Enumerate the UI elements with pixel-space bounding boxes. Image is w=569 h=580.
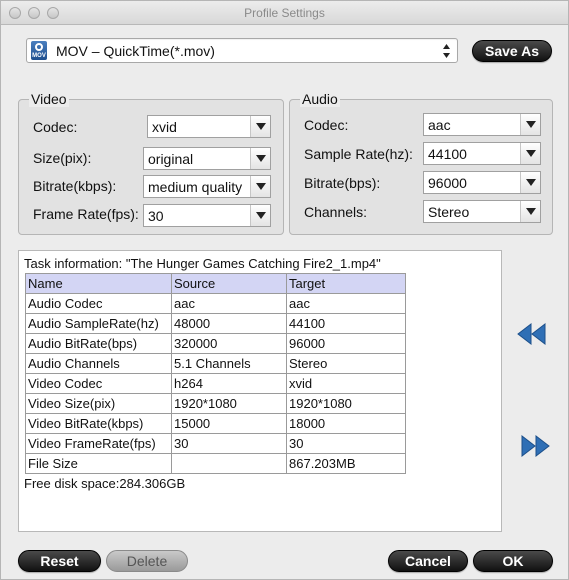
table-cell: 30 — [171, 433, 287, 454]
audio-bitrate-select[interactable]: 96000 — [423, 171, 541, 194]
audio-channels-value: Stereo — [428, 204, 470, 220]
table-cell: xvid — [286, 373, 406, 394]
audio-bitrate-label: Bitrate(bps): — [304, 175, 381, 191]
audio-channels-label: Channels: — [304, 204, 368, 220]
dropdown-arrow-icon[interactable] — [250, 116, 270, 137]
video-codec-select[interactable]: xvid — [147, 115, 271, 138]
dropdown-arrow-icon[interactable] — [250, 205, 270, 226]
dropdown-arrow-icon[interactable] — [250, 176, 270, 197]
table-cell: 1920*1080 — [286, 393, 406, 414]
table-cell: Audio SampleRate(hz) — [25, 313, 172, 334]
profile-settings-window: Profile Settings MOV MOV – QuickTime(*.m… — [0, 0, 569, 580]
table-cell: 30 — [286, 433, 406, 454]
table-header-row: Name Source Target — [25, 273, 406, 294]
table-row: Video Size(pix) 1920*1080 1920*1080 — [25, 393, 406, 414]
table-cell: aac — [286, 293, 406, 314]
video-codec-label: Codec: — [33, 119, 78, 135]
video-size-select[interactable]: original — [143, 147, 271, 170]
table-cell: 48000 — [171, 313, 287, 334]
forward-right-arrow-icon[interactable] — [521, 434, 551, 458]
table-cell: aac — [171, 293, 287, 314]
table-cell: 96000 — [286, 333, 406, 354]
free-disk-space: Free disk space:284.306GB — [24, 476, 186, 491]
video-framerate-value: 30 — [148, 208, 164, 224]
task-info-table: Name Source Target Audio Codec aac aac Aud… — [25, 273, 406, 474]
audio-samplerate-value: 44100 — [428, 146, 467, 162]
audio-samplerate-label: Sample Rate(hz): — [304, 146, 413, 162]
profile-label: MOV – QuickTime(*.mov) — [56, 43, 215, 59]
video-framerate-select[interactable]: 30 — [143, 204, 271, 227]
audio-group: Audio Codec: aac Sample Rate(hz): 44100 … — [289, 91, 553, 235]
column-header-name: Name — [25, 273, 172, 294]
table-row: Video FrameRate(fps) 30 30 — [25, 433, 406, 454]
video-group: Video Codec: xvid Size(pix): original Bi… — [18, 91, 284, 235]
video-bitrate-select[interactable]: medium quality — [143, 175, 271, 198]
table-cell: Video FrameRate(fps) — [25, 433, 172, 454]
audio-codec-select[interactable]: aac — [423, 113, 541, 136]
video-size-label: Size(pix): — [33, 150, 92, 166]
video-group-title: Video — [29, 91, 69, 107]
table-row: Audio BitRate(bps) 320000 96000 — [25, 333, 406, 354]
profile-select[interactable]: MOV MOV – QuickTime(*.mov) — [26, 38, 458, 63]
video-framerate-label: Frame Rate(fps): — [33, 206, 139, 222]
column-header-source: Source — [171, 273, 287, 294]
table-cell: h264 — [171, 373, 287, 394]
video-bitrate-label: Bitrate(kbps): — [33, 178, 117, 194]
table-cell: 320000 — [171, 333, 287, 354]
table-cell: Video Size(pix) — [25, 393, 172, 414]
audio-codec-label: Codec: — [304, 117, 349, 133]
cancel-button[interactable]: Cancel — [388, 550, 468, 572]
table-cell: Video BitRate(kbps) — [25, 413, 172, 434]
table-cell: 867.203MB — [286, 453, 406, 474]
table-cell: 15000 — [171, 413, 287, 434]
table-row: Audio SampleRate(hz) 48000 44100 — [25, 313, 406, 334]
task-info-title: Task information: "The Hunger Games Catc… — [24, 256, 381, 271]
window-title: Profile Settings — [244, 6, 325, 20]
table-row: Audio Channels 5.1 Channels Stereo — [25, 353, 406, 374]
table-cell: File Size — [25, 453, 172, 474]
table-row: File Size 867.203MB — [25, 453, 406, 474]
table-cell: Stereo — [286, 353, 406, 374]
task-info-panel: Task information: "The Hunger Games Catc… — [18, 250, 502, 532]
dropdown-arrow-icon[interactable] — [250, 148, 270, 169]
video-size-value: original — [148, 151, 194, 167]
audio-bitrate-value: 96000 — [428, 175, 467, 191]
audio-channels-select[interactable]: Stereo — [423, 200, 541, 223]
table-cell: Audio Channels — [25, 353, 172, 374]
dropdown-arrow-icon[interactable] — [520, 172, 540, 193]
dropdown-arrow-icon[interactable] — [520, 201, 540, 222]
audio-codec-value: aac — [428, 117, 451, 133]
column-header-target: Target — [286, 273, 406, 294]
table-row: Video BitRate(kbps) 15000 18000 — [25, 413, 406, 434]
dropdown-arrow-icon[interactable] — [520, 114, 540, 135]
audio-group-title: Audio — [300, 91, 340, 107]
ok-button[interactable]: OK — [473, 550, 553, 572]
table-cell: 44100 — [286, 313, 406, 334]
rewind-left-arrow-icon[interactable] — [517, 322, 547, 346]
save-as-button[interactable]: Save As — [472, 40, 552, 62]
delete-button[interactable]: Delete — [106, 550, 188, 572]
up-down-arrows-icon — [442, 43, 451, 59]
video-bitrate-value: medium quality — [148, 179, 243, 195]
audio-samplerate-select[interactable]: 44100 — [423, 142, 541, 165]
table-cell: Video Codec — [25, 373, 172, 394]
title-bar: Profile Settings — [1, 1, 568, 25]
mov-file-icon: MOV — [31, 41, 47, 60]
video-codec-value: xvid — [152, 119, 177, 135]
table-row: Audio Codec aac aac — [25, 293, 406, 314]
table-cell: Audio BitRate(bps) — [25, 333, 172, 354]
table-cell: 18000 — [286, 413, 406, 434]
mov-icon-label: MOV — [32, 53, 46, 59]
reset-button[interactable]: Reset — [18, 550, 101, 572]
table-row: Video Codec h264 xvid — [25, 373, 406, 394]
table-cell: Audio Codec — [25, 293, 172, 314]
table-cell — [171, 453, 287, 474]
table-cell: 5.1 Channels — [171, 353, 287, 374]
dropdown-arrow-icon[interactable] — [520, 143, 540, 164]
table-cell: 1920*1080 — [171, 393, 287, 414]
